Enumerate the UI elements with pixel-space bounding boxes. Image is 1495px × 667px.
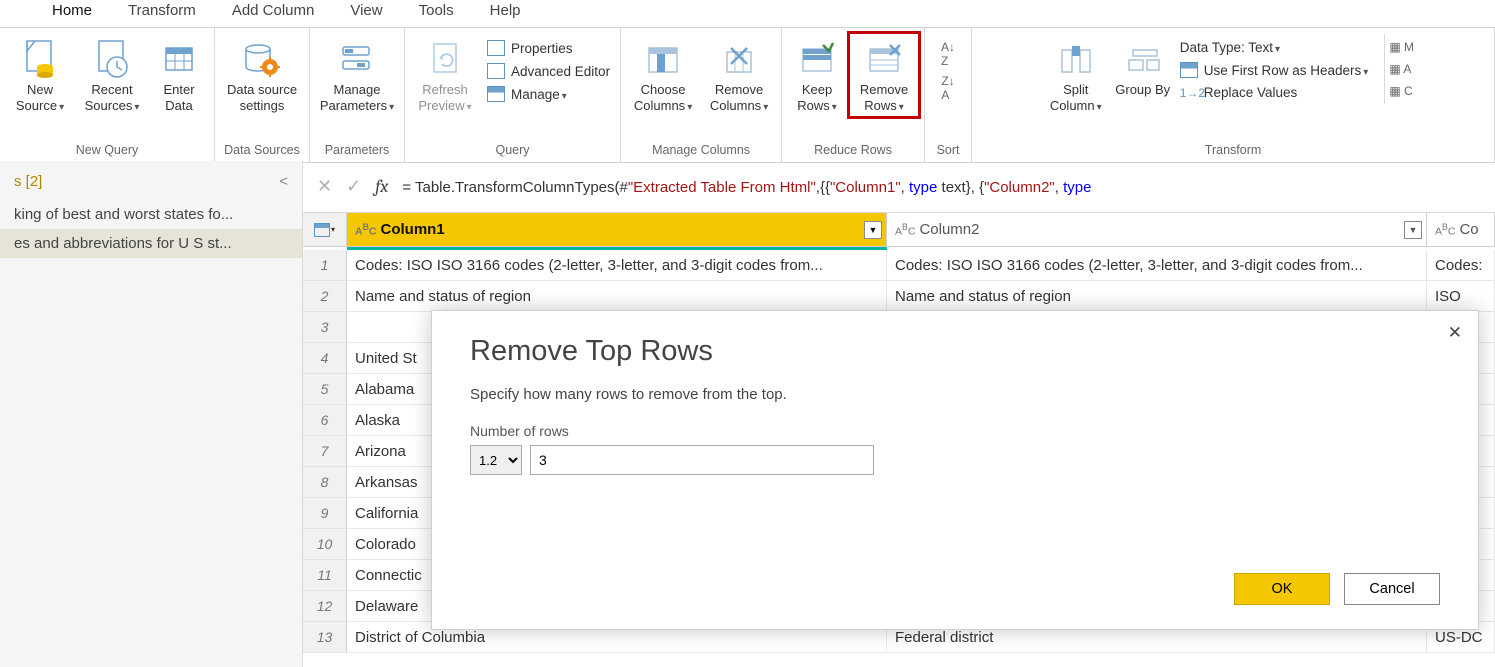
table-icon[interactable]: ▾: [303, 213, 347, 247]
sidebar-item[interactable]: es and abbreviations for U S st...: [0, 229, 302, 258]
query-small-buttons: Properties Advanced Editor Manage: [483, 34, 614, 104]
cell[interactable]: ISO: [1427, 281, 1495, 312]
remove-columns-button[interactable]: Remove Columns: [703, 34, 775, 116]
remove-rows-button[interactable]: Remove Rows: [850, 34, 918, 116]
table-row[interactable]: 2 Name and status of region Name and sta…: [303, 281, 1495, 312]
tab-view[interactable]: View: [346, 0, 386, 21]
cell[interactable]: Name and status of region: [887, 281, 1427, 312]
choose-columns-button[interactable]: Choose Columns: [627, 34, 699, 116]
sidebar-header: s [2] <: [0, 173, 302, 200]
row-number: 11: [303, 560, 347, 591]
sort-desc-button[interactable]: Z↓A: [941, 74, 954, 102]
formula-bar: ✕ ✓ fx = Table.TransformColumnTypes(#"Ex…: [303, 161, 1495, 213]
enter-data-button[interactable]: Enter Data: [150, 34, 208, 115]
keep-rows-button[interactable]: Keep Rows: [788, 34, 846, 116]
sidebar-item[interactable]: king of best and worst states fo...: [0, 200, 302, 229]
row-number: 4: [303, 343, 347, 374]
row-number: 3: [303, 312, 347, 343]
replace-icon: 1→2: [1180, 86, 1198, 100]
cancel-button[interactable]: Cancel: [1344, 573, 1440, 605]
table-row[interactable]: 1 Codes: ISO ISO 3166 codes (2-letter, 3…: [303, 250, 1495, 281]
tab-tools[interactable]: Tools: [415, 0, 458, 21]
group-by-button[interactable]: Group By: [1114, 34, 1172, 100]
row-number: 1: [303, 250, 347, 281]
row-number: 12: [303, 591, 347, 622]
row-number: 6: [303, 405, 347, 436]
cell[interactable]: Name and status of region: [347, 281, 887, 312]
row-number: 2: [303, 281, 347, 312]
group-manage-columns: Choose Columns Remove Columns Manage Col…: [621, 28, 782, 162]
fx-icon: fx: [375, 176, 388, 197]
group-transform: Split Column Group By Data Type: Text Us…: [972, 28, 1495, 162]
grid-header: ▾ ABCColumn1▼ ABCColumn2▼ ABCCo: [303, 213, 1495, 247]
manage-icon: [487, 86, 505, 102]
remove-top-rows-dialog: ✕ Remove Top Rows Specify how many rows …: [431, 310, 1479, 630]
type-select[interactable]: 1.2: [470, 445, 522, 475]
close-icon[interactable]: ✕: [1448, 323, 1462, 343]
manage-parameters-button[interactable]: Manage Parameters: [316, 34, 398, 116]
combine-icon[interactable]: ▦ C: [1389, 84, 1420, 98]
append-icon[interactable]: ▦ A: [1389, 62, 1420, 76]
transform-small-buttons: Data Type: Text Use First Row as Headers…: [1176, 34, 1373, 102]
collapse-icon[interactable]: <: [279, 173, 288, 190]
cell[interactable]: Codes: ISO ISO 3166 codes (2-letter, 3-l…: [347, 250, 887, 281]
tab-transform[interactable]: Transform: [124, 0, 200, 21]
group-data-sources: Data source settings Data Sources: [215, 28, 310, 162]
table-icon: [1180, 62, 1198, 78]
filter-icon[interactable]: ▼: [1404, 221, 1422, 239]
formula-text[interactable]: = Table.TransformColumnTypes(#"Extracted…: [402, 178, 1481, 196]
column-header-2[interactable]: ABCColumn2▼: [887, 213, 1427, 247]
advanced-editor-button[interactable]: Advanced Editor: [483, 61, 614, 81]
group-sort: A↓Z Z↓A Sort: [925, 28, 972, 162]
properties-button[interactable]: Properties: [483, 38, 614, 58]
ribbon: New Source Recent Sources Enter Data New…: [0, 28, 1495, 163]
dialog-title: Remove Top Rows: [470, 335, 1440, 368]
refresh-preview-button[interactable]: Refresh Preview: [411, 34, 479, 116]
row-number: 8: [303, 467, 347, 498]
group-query: Refresh Preview Properties Advanced Edit…: [405, 28, 621, 162]
tab-help[interactable]: Help: [486, 0, 525, 21]
group-reduce-rows: Keep Rows Remove Rows Reduce Rows: [782, 28, 925, 162]
group-parameters: Manage Parameters Parameters: [310, 28, 405, 162]
cell[interactable]: Codes:: [1427, 250, 1495, 281]
row-number: 5: [303, 374, 347, 405]
type-text-icon: ABC: [895, 222, 915, 238]
sort-asc-button[interactable]: A↓Z: [941, 40, 955, 68]
column-header-3[interactable]: ABCCo: [1427, 213, 1495, 247]
cell[interactable]: Codes: ISO ISO 3166 codes (2-letter, 3-l…: [887, 250, 1427, 281]
row-number: 9: [303, 498, 347, 529]
first-row-headers-button[interactable]: Use First Row as Headers: [1176, 60, 1373, 80]
queries-sidebar: s [2] < king of best and worst states fo…: [0, 161, 303, 667]
number-of-rows-input[interactable]: [530, 445, 874, 475]
tab-home[interactable]: Home: [48, 0, 96, 21]
new-source-button[interactable]: New Source: [6, 34, 74, 116]
group-new-query: New Source Recent Sources Enter Data New…: [0, 28, 215, 162]
row-number: 13: [303, 622, 347, 653]
column-header-1[interactable]: ABCColumn1▼: [347, 213, 887, 247]
data-type-button[interactable]: Data Type: Text: [1176, 38, 1373, 57]
data-source-settings-button[interactable]: Data source settings: [221, 34, 303, 115]
type-text-icon: ABC: [355, 222, 377, 238]
manage-button[interactable]: Manage: [483, 84, 614, 104]
accept-formula-icon[interactable]: ✓: [346, 176, 361, 197]
recent-sources-button[interactable]: Recent Sources: [78, 34, 146, 116]
properties-icon: [487, 40, 505, 56]
cancel-formula-icon[interactable]: ✕: [317, 176, 332, 197]
field-label: Number of rows: [470, 423, 1440, 439]
editor-icon: [487, 63, 505, 79]
ribbon-tabs: Home Transform Add Column View Tools Hel…: [0, 0, 1495, 28]
row-number: 7: [303, 436, 347, 467]
replace-values-button[interactable]: 1→2Replace Values: [1176, 83, 1373, 102]
ok-button[interactable]: OK: [1234, 573, 1330, 605]
merge-icon[interactable]: ▦ M: [1389, 40, 1420, 54]
tab-add-column[interactable]: Add Column: [228, 0, 319, 21]
type-text-icon: ABC: [1435, 222, 1455, 238]
dialog-description: Specify how many rows to remove from the…: [470, 386, 1440, 403]
split-column-button[interactable]: Split Column: [1042, 34, 1110, 116]
row-number: 10: [303, 529, 347, 560]
filter-icon[interactable]: ▼: [864, 221, 882, 239]
